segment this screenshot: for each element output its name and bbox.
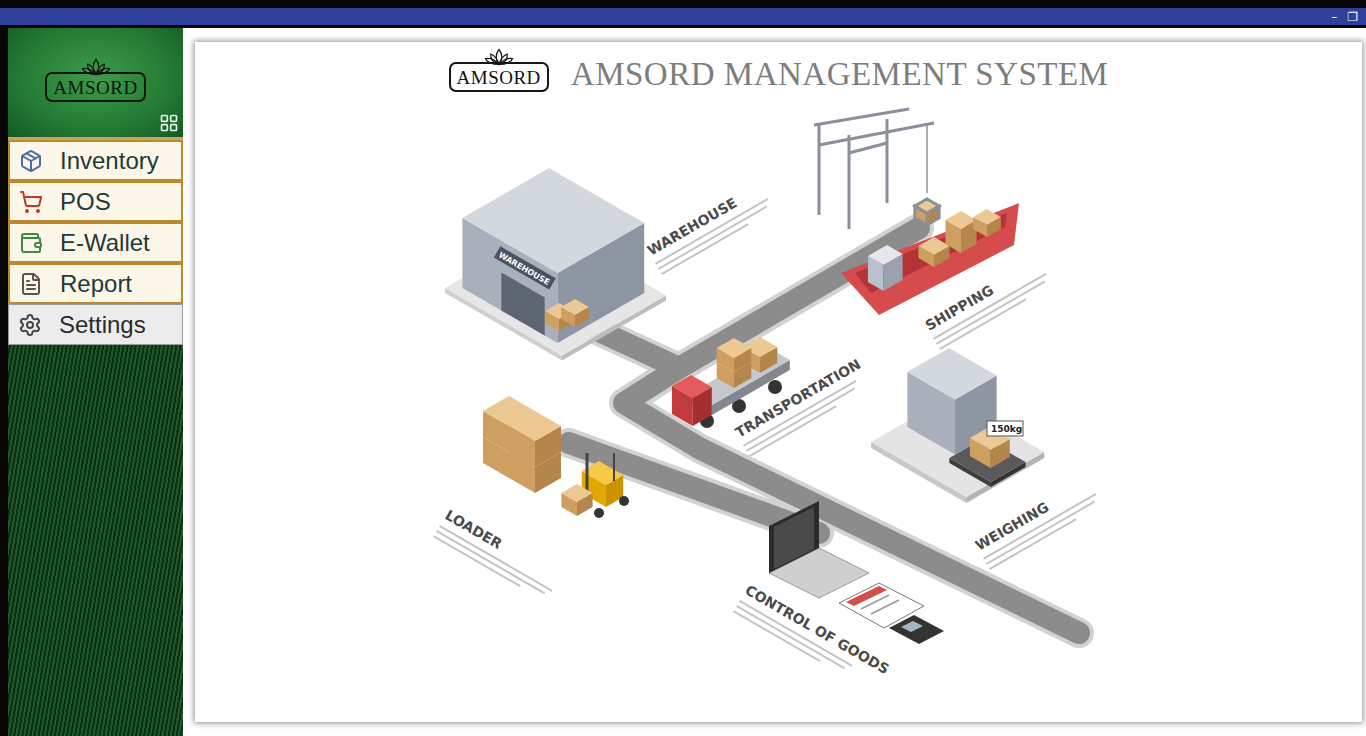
caption-lines — [743, 381, 862, 456]
sidebar-item[interactable]: E-Wallet — [8, 222, 183, 263]
cart-icon — [19, 190, 43, 214]
lotus-icon — [484, 47, 514, 67]
warehouse-building — [462, 168, 644, 343]
wallet-icon — [19, 231, 43, 255]
hanging-crate — [914, 199, 938, 225]
logo-text: AMSORD — [449, 62, 549, 92]
caption-lines — [433, 526, 552, 601]
truck-cab — [671, 375, 711, 426]
sidebar-item[interactable]: Settings — [8, 304, 183, 345]
diagram-label: TRANSPORTATION — [732, 356, 872, 456]
crane — [814, 109, 939, 229]
weighing-station: 150kg — [871, 348, 1044, 503]
sidebar-logo-block: AMSORD — [8, 28, 183, 140]
diagram-label: SHIPPING — [922, 255, 1052, 349]
cargo — [973, 209, 1001, 237]
page-header: AMSORD AMSORD MANAGEMENT SYSTEM — [195, 42, 1362, 97]
cargo — [918, 237, 949, 267]
main-area: AMSORD AMSORD MANAGEMENT SYSTEM WAREHOUSE 1… — [183, 28, 1366, 736]
pos-terminal — [889, 615, 944, 644]
caption-lines — [655, 199, 774, 274]
cargo — [945, 211, 976, 241]
diagram-label: CONTROL OF GOODS — [733, 582, 891, 693]
forklift — [561, 453, 629, 518]
caption-lines — [933, 274, 1052, 349]
illustration-area: WAREHOUSE 150kg WAREHOUSE SHIPPING TRANSPORT… — [195, 97, 1362, 722]
gear-icon — [18, 313, 42, 337]
diagram-label: WEIGHING — [972, 475, 1102, 569]
app-window: –❐ AMSORD InventoryPOSE-WalletReportSettin… — [0, 0, 1366, 736]
warehouse: WAREHOUSE — [445, 168, 666, 361]
app-body: AMSORD InventoryPOSE-WalletReportSettings… — [0, 25, 1366, 736]
diagram-label: WAREHOUSE — [644, 180, 774, 274]
truck-cargo — [716, 338, 751, 372]
sidebar-logo: AMSORD — [45, 57, 145, 102]
logo-text: AMSORD — [45, 72, 145, 102]
logistics-illustration: WAREHOUSE 150kg WAREHOUSE SHIPPING TRANSPORT… — [409, 103, 1149, 703]
warehouse-sign: WAREHOUSE — [493, 246, 555, 289]
forklift-crate — [561, 484, 592, 516]
sidebar: AMSORD InventoryPOSE-WalletReportSettings — [8, 28, 183, 736]
crate — [561, 299, 589, 327]
svg-text:WAREHOUSE: WAREHOUSE — [496, 250, 550, 287]
sidebar-item[interactable]: Inventory — [8, 140, 183, 181]
window-control[interactable]: ❐ — [1347, 10, 1358, 24]
title-bar: –❐ — [0, 8, 1366, 25]
grid-icon[interactable] — [159, 113, 179, 133]
caption-lines — [733, 601, 852, 676]
stacked-crate — [509, 411, 561, 467]
scale-display: 150kg — [987, 421, 1023, 436]
sidebar-item[interactable]: POS — [8, 181, 183, 222]
svg-text:SHIPPING: SHIPPING — [922, 282, 996, 334]
lotus-icon — [81, 57, 111, 77]
page-title: AMSORD MANAGEMENT SYSTEM — [571, 46, 1109, 93]
content-panel: AMSORD AMSORD MANAGEMENT SYSTEM WAREHOUSE 1… — [195, 42, 1362, 722]
loader — [483, 396, 629, 518]
report-icon — [19, 272, 43, 296]
sidebar-menu: InventoryPOSE-WalletReportSettings — [8, 140, 183, 345]
svg-text:150kg: 150kg — [991, 424, 1022, 434]
ship — [841, 203, 1019, 315]
window-control[interactable]: – — [1331, 10, 1337, 24]
ship-bridge — [867, 245, 902, 291]
caption-lines — [983, 494, 1102, 569]
diagram-label: LOADER — [433, 507, 563, 601]
laptop — [769, 501, 869, 598]
inventory-icon — [19, 149, 43, 173]
sidebar-item[interactable]: Report — [8, 263, 183, 304]
header-logo: AMSORD — [449, 47, 549, 92]
